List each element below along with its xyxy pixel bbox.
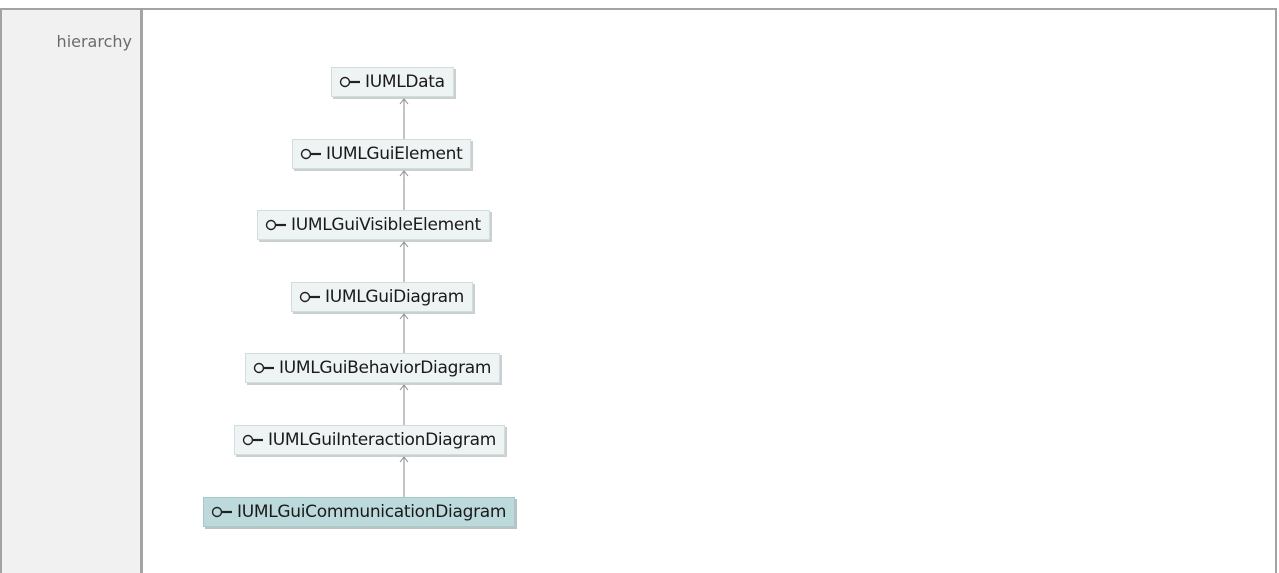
node-iumlguielement[interactable]: IUMLGuiElement bbox=[292, 139, 472, 169]
inheritance-arrow bbox=[399, 456, 409, 497]
node-label: IUMLGuiBehaviorDiagram bbox=[279, 358, 492, 378]
interface-icon bbox=[339, 76, 360, 88]
inheritance-diagram: IUMLData IUMLGuiElement IUMLGuiVisibleEl… bbox=[0, 0, 1279, 573]
inheritance-arrow bbox=[399, 98, 409, 139]
interface-icon bbox=[211, 506, 232, 518]
node-iumlguibehaviordiagram[interactable]: IUMLGuiBehaviorDiagram bbox=[245, 353, 501, 383]
interface-icon bbox=[299, 291, 320, 303]
inheritance-arrow bbox=[399, 170, 409, 210]
node-iumlguivisibleelement[interactable]: IUMLGuiVisibleElement bbox=[257, 210, 490, 240]
node-label: IUMLGuiVisibleElement bbox=[291, 215, 481, 235]
inheritance-arrow bbox=[399, 313, 409, 353]
node-iumlguicommunicationdiagram[interactable]: IUMLGuiCommunicationDiagram bbox=[203, 497, 516, 527]
node-iumlguidiagram[interactable]: IUMLGuiDiagram bbox=[291, 282, 474, 312]
node-label: IUMLGuiCommunicationDiagram bbox=[237, 502, 507, 522]
inheritance-arrow bbox=[399, 384, 409, 425]
node-label: IUMLGuiDiagram bbox=[325, 287, 465, 307]
node-iumlguiinteractiondiagram[interactable]: IUMLGuiInteractionDiagram bbox=[234, 425, 505, 455]
interface-icon bbox=[242, 434, 263, 446]
inheritance-arrow bbox=[399, 241, 409, 282]
node-label: IUMLData bbox=[365, 72, 445, 92]
interface-icon bbox=[265, 219, 286, 231]
interface-icon bbox=[253, 362, 274, 374]
node-iumldata[interactable]: IUMLData bbox=[331, 67, 454, 97]
node-label: IUMLGuiInteractionDiagram bbox=[268, 430, 496, 450]
node-label: IUMLGuiElement bbox=[326, 144, 463, 164]
interface-icon bbox=[300, 148, 321, 160]
